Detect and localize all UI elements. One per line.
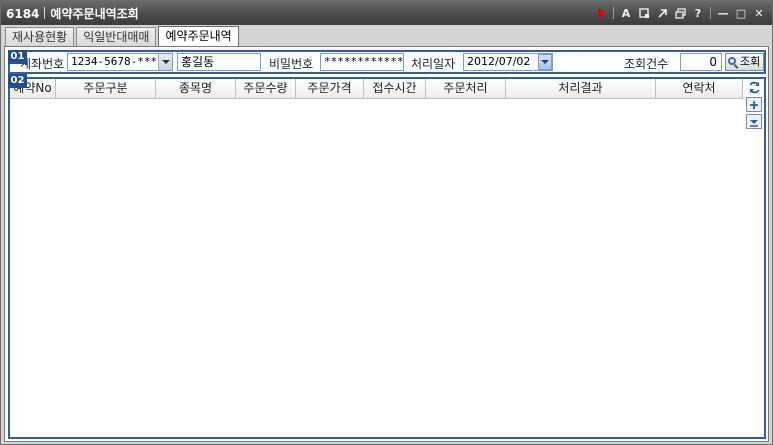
col-order-price[interactable]: 주문가격	[296, 79, 364, 99]
title-bar[interactable]: 6184 예약주문내역조회 A ? — □ ✕	[1, 1, 772, 25]
title-divider	[44, 7, 46, 19]
col-order-type[interactable]: 주문구분	[56, 79, 156, 99]
col-stock-name[interactable]: 종목명	[156, 79, 236, 99]
font-icon[interactable]: A	[617, 5, 635, 21]
date-label: 처리일자	[411, 57, 456, 71]
help-icon[interactable]: ?	[689, 5, 707, 21]
window-title: 6184 예약주문내역조회	[6, 5, 139, 22]
order-grid[interactable]: 예약No 주문구분 종목명 주문수량 주문가격 접수시간 주문처리 처리결과 연…	[8, 77, 766, 439]
count-value: 0	[680, 53, 722, 71]
scroll-to-bottom-icon[interactable]	[746, 114, 762, 129]
grid-side-toolbar	[746, 80, 762, 129]
account-holder-name: 홍길동	[177, 53, 261, 71]
grid-header: 예약No 주문구분 종목명 주문수량 주문가격 접수시간 주문처리 처리결과 연…	[10, 79, 743, 99]
search-button[interactable]: 조회	[725, 53, 765, 71]
link-icon[interactable]	[653, 5, 671, 21]
tab-bar: 재사용현황 익일반대매매 예약주문내역	[5, 26, 241, 47]
chevron-down-icon	[541, 60, 549, 64]
tab-reserved-orders[interactable]: 예약주문내역	[158, 26, 239, 47]
toolbar-divider	[613, 7, 614, 19]
date-value: 2012/07/02	[467, 55, 531, 68]
add-row-icon[interactable]	[746, 97, 762, 112]
content-panel: 01 계좌번호 1234-5678-**** 홍길동 비밀번호 ********…	[4, 46, 769, 442]
password-field[interactable]: **************	[320, 53, 404, 71]
screenshot-icon[interactable]	[635, 5, 653, 21]
count-label: 조회건수	[624, 57, 669, 71]
col-order-qty[interactable]: 주문수량	[236, 79, 296, 99]
screen-name: 예약주문내역조회	[50, 7, 139, 21]
col-process-result[interactable]: 처리결과	[506, 79, 656, 99]
col-order-processing[interactable]: 주문처리	[426, 79, 506, 99]
minimize-icon[interactable]: —	[714, 5, 732, 21]
account-dropdown-button[interactable]	[158, 54, 172, 70]
search-icon	[728, 56, 739, 69]
copy-window-icon[interactable]	[671, 5, 689, 21]
maximize-icon[interactable]: □	[732, 5, 750, 21]
password-label: 비밀번호	[269, 57, 314, 71]
chevron-down-icon	[161, 60, 170, 64]
date-dropdown-button[interactable]	[538, 54, 552, 70]
search-button-label: 조회	[740, 55, 761, 68]
section-badge-02: 02	[8, 74, 27, 88]
play-icon[interactable]	[592, 5, 610, 21]
main-window: 6184 예약주문내역조회 A ? — □ ✕ 재사용현황 익일반대매매 예약주문…	[0, 0, 773, 445]
screen-code: 6184	[6, 7, 40, 21]
tab-reuse-status[interactable]: 재사용현황	[5, 27, 75, 47]
account-select[interactable]: 1234-5678-****	[67, 53, 173, 71]
filter-bar: 계좌번호 1234-5678-**** 홍길동 비밀번호 ***********…	[8, 50, 766, 74]
col-received-time[interactable]: 접수시간	[364, 79, 426, 99]
col-contact[interactable]: 연락처	[656, 79, 743, 99]
date-picker[interactable]: 2012/07/02	[463, 53, 553, 71]
close-icon[interactable]: ✕	[750, 5, 768, 21]
title-toolbar: A ? — □ ✕	[592, 5, 768, 21]
refresh-icon[interactable]	[746, 80, 762, 95]
toolbar-divider	[710, 7, 711, 19]
section-badge-01: 01	[8, 50, 27, 64]
account-value: 1234-5678-****	[71, 55, 164, 68]
tab-next-day-liquidation[interactable]: 익일반대매매	[76, 27, 157, 47]
